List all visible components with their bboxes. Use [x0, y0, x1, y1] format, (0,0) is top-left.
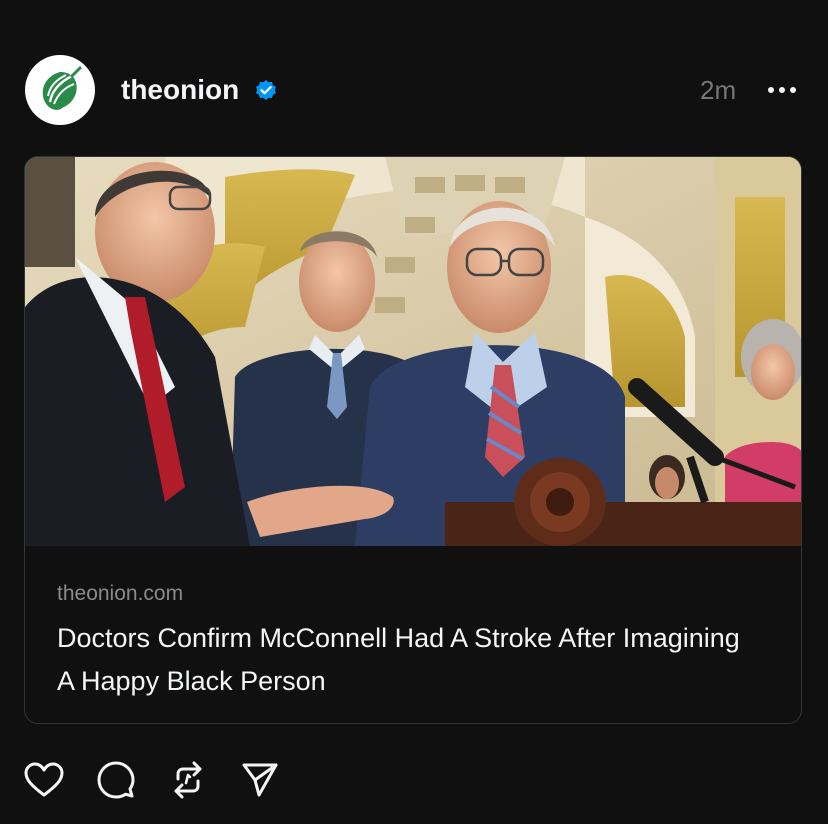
send-icon: [242, 763, 278, 797]
reply-button[interactable]: [96, 760, 136, 800]
link-domain: theonion.com: [57, 582, 184, 605]
verified-badge-icon: [256, 80, 276, 100]
like-button[interactable]: [24, 760, 64, 800]
thread-post: theonion 2m theonion.com Doctors Confirm…: [0, 0, 828, 824]
more-options-icon: [768, 87, 796, 93]
link-preview-card[interactable]: theonion.com Doctors Confirm McConnell H…: [24, 156, 802, 724]
more-options-button[interactable]: [764, 74, 800, 106]
author-username[interactable]: theonion: [121, 72, 239, 108]
repost-button[interactable]: [168, 760, 208, 800]
article-photo-illustration: [25, 157, 801, 546]
post-timestamp: 2m: [700, 75, 737, 105]
share-button[interactable]: [240, 760, 280, 800]
avatar[interactable]: [25, 55, 95, 125]
heart-icon: [24, 762, 64, 797]
link-title: Doctors Confirm McConnell Had A Stroke A…: [57, 623, 740, 696]
onion-logo-icon: [42, 66, 82, 110]
article-photo: [25, 157, 801, 546]
comment-icon: [97, 761, 135, 799]
repost-icon: [174, 761, 202, 799]
